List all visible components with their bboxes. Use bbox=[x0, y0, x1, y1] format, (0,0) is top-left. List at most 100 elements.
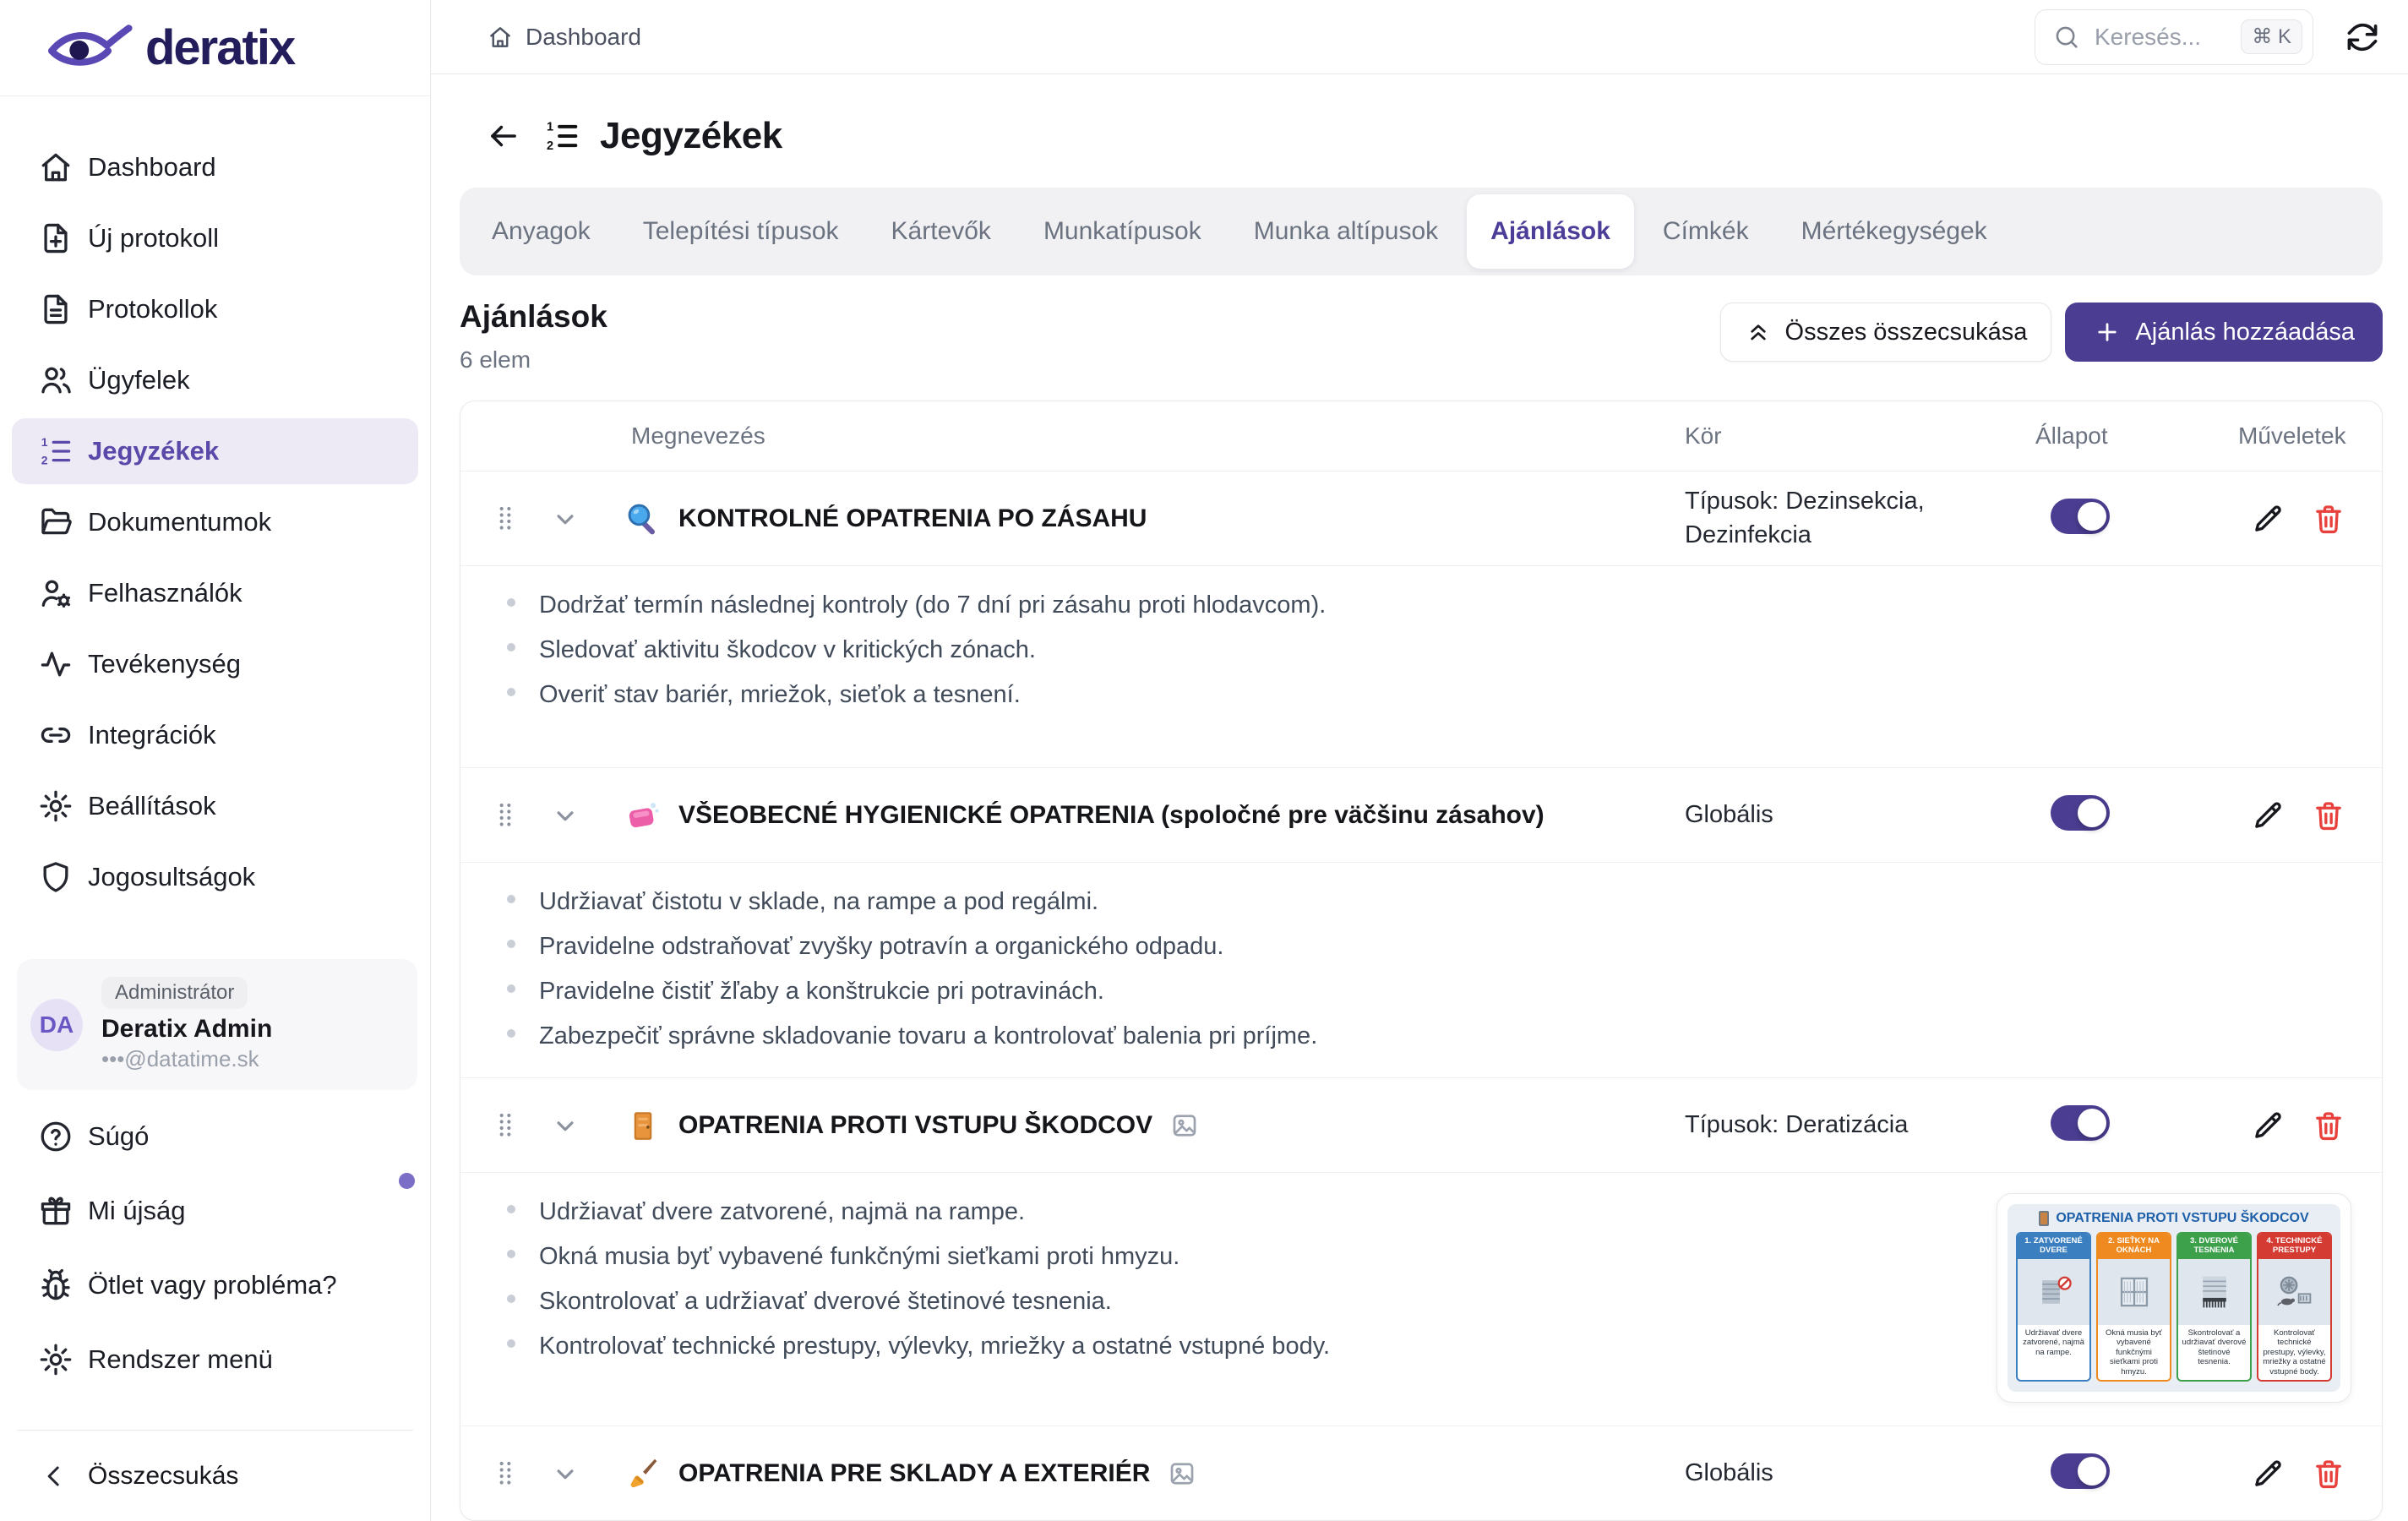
sidebar-item-system-menu[interactable]: Rendszer menü bbox=[12, 1327, 418, 1393]
delete-button[interactable] bbox=[2309, 1454, 2348, 1493]
window-screen-illustration bbox=[2120, 1277, 2148, 1307]
column-header-name: Megnevezés bbox=[631, 422, 765, 449]
column-header-actions: Műveletek bbox=[2238, 422, 2346, 449]
list-item: Pravidelne čistiť žľaby a konštrukcie pr… bbox=[507, 978, 2382, 1022]
sidebar-item-integrations[interactable]: Integrációk bbox=[12, 702, 418, 768]
notification-dot bbox=[399, 1173, 415, 1189]
sidebar-item-documents[interactable]: Dokumentumok bbox=[12, 489, 418, 555]
list-item: Sledovať aktivitu škodcov v kritických z… bbox=[507, 636, 2382, 681]
status-toggle[interactable] bbox=[2051, 1453, 2110, 1489]
search-box[interactable]: ⌘ K bbox=[2035, 8, 2313, 65]
chevron-left-icon bbox=[37, 1459, 71, 1493]
add-recommendation-button[interactable]: Ajánlás hozzáadása bbox=[2065, 303, 2383, 362]
closed-door-illustration bbox=[2041, 1276, 2072, 1304]
role-badge: Administrátor bbox=[101, 977, 248, 1009]
list-item: Overiť stav bariér, mriežok, sieťok a te… bbox=[507, 681, 2382, 726]
tab-anyagok[interactable]: Anyagok bbox=[468, 194, 614, 269]
pencil-icon bbox=[2250, 1456, 2285, 1491]
chevron-down-icon[interactable] bbox=[549, 1458, 581, 1490]
add-recommendation-label: Ajánlás hozzáadása bbox=[2135, 318, 2355, 346]
sidebar-item-settings[interactable]: Beállítások bbox=[12, 773, 418, 839]
user-card[interactable]: DA Administrátor Deratix Admin •••@datat… bbox=[17, 959, 417, 1090]
user-name: Deratix Admin bbox=[101, 1015, 273, 1043]
tab-bar: Anyagok Telepítési típusok Kártevők Munk… bbox=[460, 188, 2383, 275]
sidebar-item-feedback[interactable]: Ötlet vagy probléma? bbox=[12, 1252, 418, 1318]
delete-button[interactable] bbox=[2309, 499, 2348, 538]
sidebar-item-lists[interactable]: Jegyzékek bbox=[12, 418, 418, 484]
plus-icon bbox=[2093, 318, 2122, 346]
sidebar-collapse-button[interactable]: Összecsukás bbox=[12, 1443, 418, 1509]
drag-handle-icon[interactable] bbox=[488, 799, 522, 832]
row-details: Udržiavať dvere zatvorené, najmä na ramp… bbox=[460, 1172, 2382, 1426]
sidebar-item-users[interactable]: Felhasználók bbox=[12, 560, 418, 626]
list-item: Zabezpečiť správne skladovanie tovaru a … bbox=[507, 1022, 2382, 1067]
tab-cimkek[interactable]: Címkék bbox=[1639, 194, 1773, 269]
chevron-down-icon[interactable] bbox=[549, 799, 581, 831]
status-toggle[interactable] bbox=[2051, 795, 2110, 831]
edit-button[interactable] bbox=[2248, 796, 2287, 835]
column-header-scope: Kör bbox=[1685, 422, 1722, 449]
delete-button[interactable] bbox=[2309, 796, 2348, 835]
sidebar-item-help[interactable]: Súgó bbox=[12, 1104, 418, 1169]
row-title: VŠEOBECNÉ HYGIENICKÉ OPATRENIA (spoločné… bbox=[678, 800, 1544, 829]
collapse-all-label: Összes összecsukása bbox=[1784, 318, 2028, 346]
tab-munkatipusok[interactable]: Munkatípusok bbox=[1020, 194, 1225, 269]
search-input[interactable] bbox=[2095, 23, 2221, 51]
image-icon bbox=[1167, 1458, 1197, 1489]
tab-ajanlasok[interactable]: Ajánlások bbox=[1467, 194, 1634, 269]
tab-kartevok[interactable]: Kártevők bbox=[868, 194, 1015, 269]
edit-button[interactable] bbox=[2248, 1454, 2287, 1493]
row-details: Dodržať termín následnej kontroly (do 7 … bbox=[460, 565, 2382, 767]
sidebar-item-label: Felhasználók bbox=[88, 578, 242, 608]
collapse-label: Összecsukás bbox=[88, 1462, 239, 1490]
row-details: Udržiavať čistotu v sklade, na rampe a p… bbox=[460, 862, 2382, 1077]
sidebar: deratix Dashboard Új protokoll Protokoll… bbox=[0, 0, 431, 1521]
table-row: OPATRENIA PRE SKLADY A EXTERIÉR Globális bbox=[460, 1426, 2382, 1520]
home-icon bbox=[37, 149, 74, 186]
sidebar-item-whats-new[interactable]: Mi újság bbox=[12, 1178, 418, 1244]
status-toggle[interactable] bbox=[2051, 499, 2110, 534]
sidebar-item-new-protocol[interactable]: Új protokoll bbox=[12, 205, 418, 271]
sidebar-divider bbox=[17, 1430, 413, 1431]
drag-handle-icon[interactable] bbox=[488, 502, 522, 536]
row-scope: Típusok: Deratizácia bbox=[1685, 1110, 1909, 1138]
sidebar-item-permissions[interactable]: Jogosultságok bbox=[12, 844, 418, 910]
app-logo[interactable]: deratix bbox=[0, 0, 430, 96]
sidebar-item-activity[interactable]: Tevékenység bbox=[12, 631, 418, 697]
sidebar-item-label: Dokumentumok bbox=[88, 507, 272, 537]
row-scope: Típusok: Dezinsekcia, Dezinfekcia bbox=[1685, 488, 1925, 548]
trash-icon bbox=[2311, 1456, 2346, 1491]
infographic-title: OPATRENIA PROTI VSTUPU ŠKODCOV bbox=[2056, 1211, 2309, 1225]
edit-button[interactable] bbox=[2248, 499, 2287, 538]
list-item: Pravidelne odstraňovať zvyšky potravín a… bbox=[507, 933, 2382, 978]
drag-handle-icon[interactable] bbox=[488, 1457, 522, 1491]
chevron-down-icon[interactable] bbox=[549, 1109, 581, 1142]
sidebar-item-label: Rendszer menü bbox=[88, 1344, 273, 1374]
breadcrumb[interactable]: Dashboard bbox=[487, 24, 641, 51]
sidebar-footer-nav: Súgó Mi újság Ötlet vagy probléma? Rends… bbox=[12, 1104, 418, 1401]
drag-handle-icon[interactable] bbox=[488, 1109, 522, 1142]
attachment-thumbnail[interactable]: OPATRENIA PROTI VSTUPU ŠKODCOV 1. ZATVOR… bbox=[1997, 1193, 2351, 1403]
back-button[interactable] bbox=[485, 117, 522, 155]
sidebar-item-clients[interactable]: Ügyfelek bbox=[12, 347, 418, 413]
topbar: Dashboard ⌘ K bbox=[431, 0, 2408, 74]
collapse-all-button[interactable]: Összes összecsukása bbox=[1719, 303, 2052, 362]
sidebar-item-protocols[interactable]: Protokollok bbox=[12, 276, 418, 342]
grate-and-rodent-illustration bbox=[2276, 1276, 2311, 1306]
status-toggle[interactable] bbox=[2051, 1105, 2110, 1141]
avatar: DA bbox=[30, 998, 83, 1051]
infographic: OPATRENIA PROTI VSTUPU ŠKODCOV 1. ZATVOR… bbox=[2008, 1204, 2340, 1392]
sidebar-item-dashboard[interactable]: Dashboard bbox=[12, 134, 418, 200]
tab-munka-altipusok[interactable]: Munka altípusok bbox=[1230, 194, 1462, 269]
sidebar-item-label: Dashboard bbox=[88, 152, 216, 182]
table-header-row: Megnevezés Kör Állapot Műveletek bbox=[460, 401, 2382, 471]
door-brush-seal-illustration bbox=[2202, 1276, 2226, 1308]
column-header-state: Állapot bbox=[2035, 422, 2108, 449]
refresh-button[interactable] bbox=[2342, 17, 2383, 57]
tab-mertekegysegek[interactable]: Mértékegységek bbox=[1778, 194, 2011, 269]
edit-button[interactable] bbox=[2248, 1106, 2287, 1145]
delete-button[interactable] bbox=[2309, 1106, 2348, 1145]
search-shortcut-badge: ⌘ K bbox=[2241, 19, 2302, 54]
tab-telepitesi-tipusok[interactable]: Telepítési típusok bbox=[619, 194, 863, 269]
chevron-down-icon[interactable] bbox=[549, 503, 581, 535]
